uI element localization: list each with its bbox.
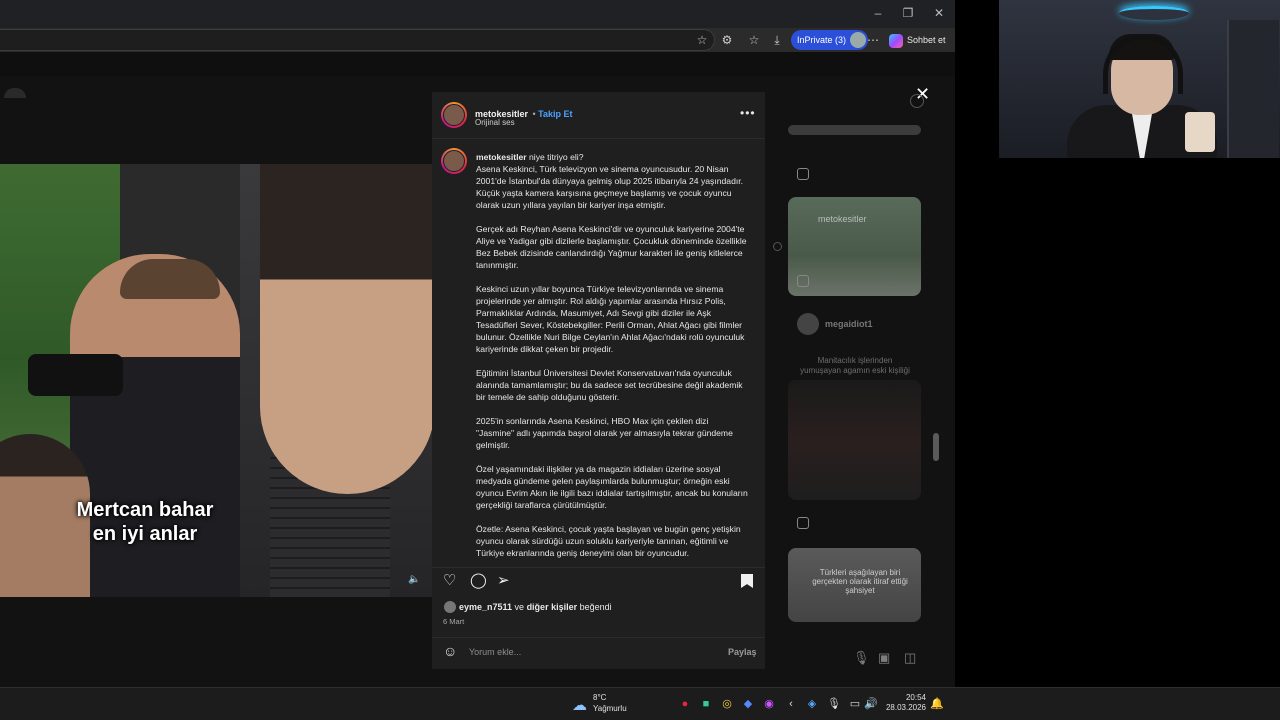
neon-light bbox=[1119, 6, 1189, 20]
sticker-icon[interactable]: ◫ bbox=[904, 650, 916, 666]
address-bar[interactable] bbox=[0, 29, 715, 51]
likes-others-link[interactable]: diğer kişiler bbox=[527, 602, 578, 612]
favorite-star-icon[interactable]: ☆ bbox=[693, 32, 711, 48]
more-menu-icon[interactable]: ⋯ bbox=[864, 32, 882, 48]
close-window-button[interactable]: ✕ bbox=[931, 6, 947, 20]
microphone-icon[interactable]: 🎙 bbox=[827, 697, 841, 711]
caption-avatar[interactable] bbox=[441, 148, 467, 174]
notification-bell-icon[interactable]: 🔔 bbox=[930, 697, 944, 711]
copilot-chat-button[interactable]: Sohbet et bbox=[889, 31, 946, 49]
tray-app-icon-3[interactable]: ◎ bbox=[720, 697, 734, 711]
feed-thumb-2[interactable] bbox=[788, 380, 921, 500]
caption-paragraph-6: Özel yaşamındaki ilişkiler ya da magazin… bbox=[476, 464, 748, 510]
webcam-overlay bbox=[999, 0, 1280, 158]
volume-icon[interactable]: 🔊 bbox=[864, 697, 878, 711]
tray-overflow-icon[interactable]: ‹ bbox=[784, 697, 798, 711]
webcam-door bbox=[1227, 20, 1279, 158]
caption-paragraph-5: 2025'in sonlarında Asena Keskinci, HBO M… bbox=[476, 416, 733, 450]
weather-temperature[interactable]: 8°C bbox=[593, 693, 606, 702]
chat-label: Sohbet et bbox=[907, 35, 946, 45]
video-caption-line2: en iyi anlar bbox=[92, 523, 198, 545]
feed-column: metokesitler megaidiot1 Manitacılık işle… bbox=[785, 120, 935, 640]
emoji-icon[interactable]: ☺ bbox=[443, 643, 457, 659]
weather-description[interactable]: Yağmurlu bbox=[593, 704, 627, 713]
webcam-cup bbox=[1185, 112, 1215, 152]
share-send-icon[interactable]: ➢ bbox=[497, 571, 510, 589]
liker-avatar[interactable] bbox=[444, 601, 456, 613]
feed-thumb-1-label: metokesitler bbox=[818, 214, 867, 224]
feed-user-avatar[interactable] bbox=[797, 313, 819, 335]
caption-paragraph-2: Gerçek adı Reyhan Asena Keskinci'dir ve … bbox=[476, 224, 747, 270]
image-icon[interactable]: ▣ bbox=[878, 650, 890, 666]
download-icon[interactable]: ⤓ bbox=[768, 32, 786, 48]
likes-summary: eyme_n7511 ve diğer kişiler beğendi bbox=[459, 602, 612, 612]
tray-app-icon-2[interactable]: ■ bbox=[699, 697, 713, 711]
browser-titlebar bbox=[0, 0, 955, 28]
tray-app-icon-6[interactable]: ◈ bbox=[805, 697, 819, 711]
favorites-icon[interactable]: ☆ bbox=[745, 32, 763, 48]
scrollbar-thumb[interactable] bbox=[933, 433, 939, 461]
post-options-icon[interactable]: ••• bbox=[740, 106, 756, 120]
mic-icon[interactable]: 🎙 bbox=[853, 650, 870, 666]
caption-paragraph-4: Eğitimini İstanbul Üniversitesi Devlet K… bbox=[476, 368, 743, 402]
comment-input[interactable]: Yorum ekle... bbox=[469, 647, 521, 657]
video-caption-line1: Mertcan bahar bbox=[76, 499, 214, 521]
copilot-icon bbox=[889, 33, 903, 48]
taskbar bbox=[0, 687, 1280, 720]
feed-text-line2: yumuşayan agamın eski kişiliği bbox=[800, 366, 910, 375]
reel-icon-3 bbox=[797, 517, 809, 529]
inprivate-button[interactable]: InPrivate (3) bbox=[791, 30, 869, 50]
feed-text-line1: Manitacılık işlerinden bbox=[817, 356, 893, 365]
mute-icon[interactable]: 🔈 bbox=[408, 574, 420, 585]
caption-username[interactable]: metokesitler bbox=[476, 152, 527, 162]
likes-suffix: beğendi bbox=[577, 602, 612, 612]
minimize-button[interactable]: – bbox=[870, 6, 886, 20]
like-heart-icon[interactable]: ♡ bbox=[443, 571, 456, 589]
follow-button[interactable]: Takip Et bbox=[538, 109, 572, 119]
weather-icon[interactable]: ☁ bbox=[572, 696, 587, 714]
likes-conjunction: ve bbox=[512, 602, 527, 612]
caption-paragraph-1: Asena Keskinci, Türk televizyon ve sinem… bbox=[476, 164, 744, 210]
clock-time: 20:54 bbox=[905, 693, 926, 702]
post-caption: metokesitler niye titriyo eli? Asena Kes… bbox=[476, 151, 748, 565]
feed-thumb-3-text: Türkleri aşağılayan biri gerçekten olara… bbox=[812, 568, 908, 595]
reel-video[interactable]: Mertcan bahar en iyi anlar 🔈 bbox=[0, 164, 432, 597]
caption-paragraph-7: Özetle: Asena Keskinci, çocuk yaşta başl… bbox=[476, 524, 741, 558]
clock[interactable]: 20:54 28.03.2026 bbox=[884, 693, 926, 713]
inprivate-label: InPrivate (3) bbox=[797, 35, 847, 45]
caption-paragraph-3: Keskinci uzun yıllar boyunca Türkiye tel… bbox=[476, 284, 745, 354]
liker-username[interactable]: eyme_n7511 bbox=[459, 602, 512, 612]
video-person-right bbox=[260, 164, 432, 494]
network-icon[interactable]: ▭ bbox=[848, 697, 862, 711]
feed-username[interactable]: megaidiot1 bbox=[825, 319, 873, 329]
video-camera bbox=[28, 354, 123, 396]
feed-thumb-3[interactable]: Türkleri aşağılayan biri gerçekten olara… bbox=[788, 548, 921, 622]
maximize-button[interactable]: ❐ bbox=[900, 6, 916, 20]
emoji-indicator-icon bbox=[773, 242, 782, 251]
video-person-hair bbox=[120, 259, 220, 299]
post-date[interactable]: 6 Mart bbox=[443, 617, 464, 626]
clock-date: 28.03.2026 bbox=[885, 703, 926, 712]
info-icon[interactable] bbox=[910, 94, 924, 108]
post-comment-button[interactable]: Paylaş bbox=[728, 647, 757, 657]
reel-icon bbox=[797, 168, 809, 180]
audio-label[interactable]: Orijinal ses bbox=[475, 118, 515, 127]
tray-app-icon-4[interactable]: ◆ bbox=[741, 697, 755, 711]
author-avatar[interactable] bbox=[441, 102, 467, 128]
tray-app-icon-5[interactable]: ◉ bbox=[762, 697, 776, 711]
feed-thumb-top[interactable] bbox=[788, 125, 921, 135]
tray-app-icon-1[interactable]: ● bbox=[678, 697, 692, 711]
feed-scrollbar[interactable] bbox=[933, 128, 939, 628]
extensions-icon[interactable]: ⚙ bbox=[718, 32, 736, 48]
reel-icon-2 bbox=[797, 275, 809, 287]
comment-icon[interactable]: ◯ bbox=[470, 571, 487, 589]
caption-title: niye titriyo eli? bbox=[529, 152, 584, 162]
